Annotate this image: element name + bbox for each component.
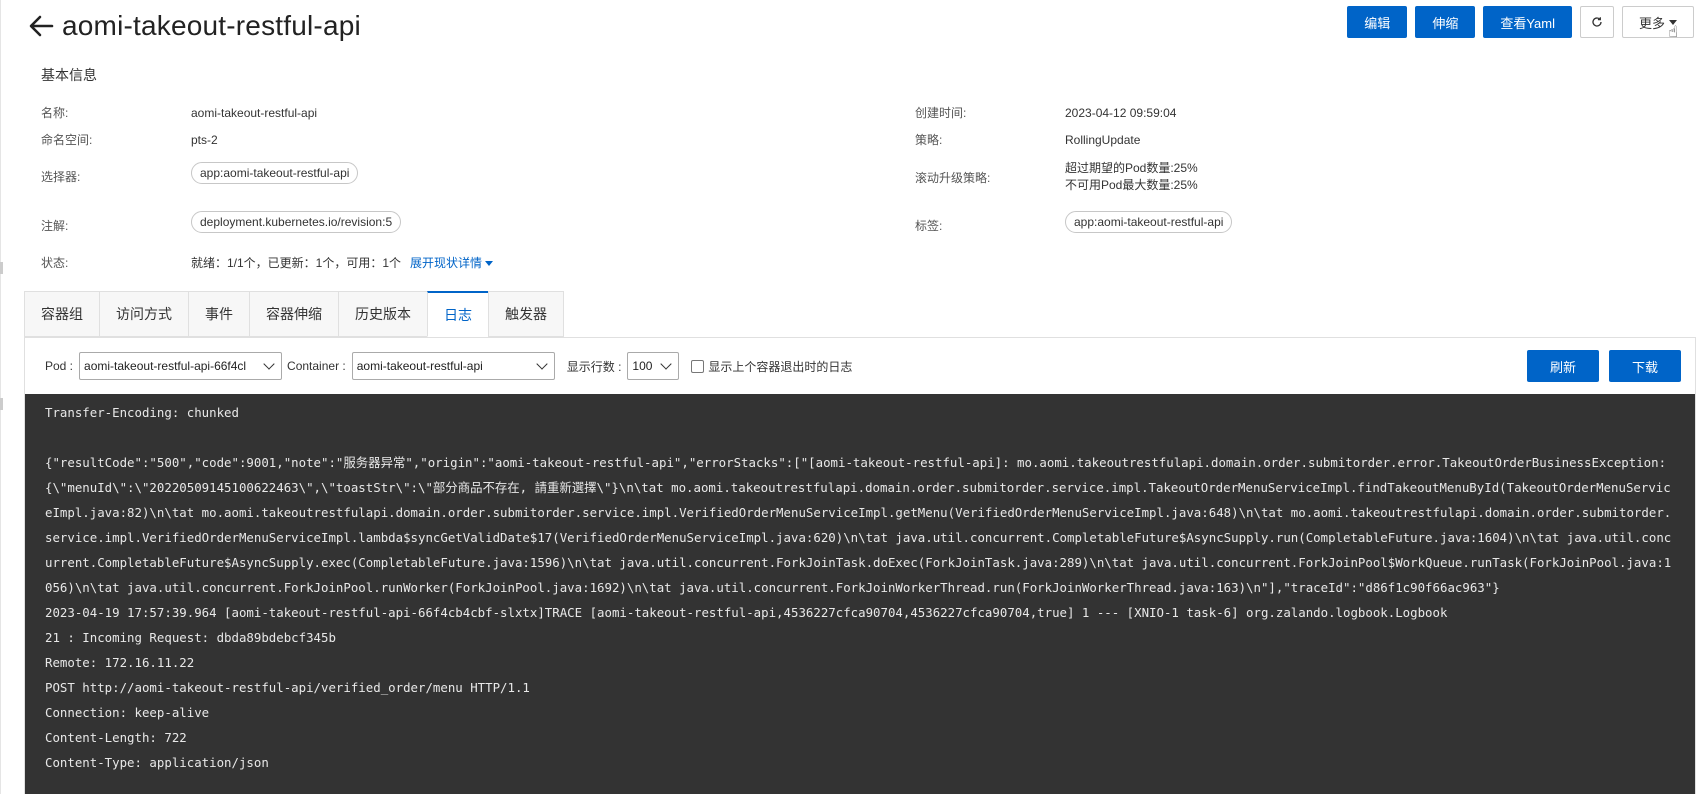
info-row-rolling-update: 滚动升级策略: 超过期望的Pod数量:25% 不可用Pod最大数量:25% bbox=[915, 160, 1198, 194]
info-value: 2023-04-12 09:59:04 bbox=[1065, 105, 1177, 120]
info-value: aomi-takeout-restful-api bbox=[191, 105, 318, 120]
info-row-annotation: 注解: deployment.kubernetes.io/revision:5 bbox=[41, 209, 402, 234]
container-select[interactable]: aomi-takeout-restful-api bbox=[351, 352, 555, 380]
header-toolbar: 编辑 伸缩 查看Yaml 更多 bbox=[1347, 6, 1694, 38]
log-line: 21 : Incoming Request: dbda89bdebcf345b bbox=[45, 630, 336, 645]
log-line: POST http://aomi-takeout-restful-api/ver… bbox=[45, 680, 530, 695]
info-row-labels: 标签: app:aomi-takeout-restful-api bbox=[915, 209, 1233, 234]
tab-history[interactable]: 历史版本 bbox=[338, 291, 427, 337]
edit-button[interactable]: 编辑 bbox=[1347, 6, 1408, 38]
log-toolbar: Pod : aomi-takeout-restful-api-66f4cl Co… bbox=[25, 338, 1695, 394]
selector-tag: app:aomi-takeout-restful-api bbox=[191, 161, 359, 184]
log-line: Transfer-Encoding: chunked bbox=[45, 405, 239, 420]
chevron-down-icon bbox=[485, 261, 494, 267]
tab-triggers[interactable]: 触发器 bbox=[488, 291, 564, 337]
info-row-status: 状态: 就绪：1/1个，已更新：1个，可用：1个 展开现状详情 bbox=[41, 254, 494, 271]
log-line: Remote: 172.16.11.22 bbox=[45, 655, 195, 670]
max-unavailable-value: 不可用Pod最大数量:25% bbox=[1065, 178, 1198, 192]
info-row-namespace: 命名空间: pts-2 bbox=[41, 131, 218, 148]
tab-access[interactable]: 访问方式 bbox=[99, 291, 188, 337]
page-header: aomi-takeout-restful-api bbox=[28, 6, 361, 46]
info-value: 超过期望的Pod数量:25% 不可用Pod最大数量:25% bbox=[1065, 160, 1198, 194]
log-line: 2023-04-19 17:57:39.964 [aomi-takeout-re… bbox=[45, 605, 1448, 620]
tab-pods[interactable]: 容器组 bbox=[24, 291, 99, 337]
info-row-strategy: 策略: RollingUpdate bbox=[915, 131, 1140, 148]
left-edge-rule bbox=[0, 0, 1, 794]
left-edge-tick bbox=[0, 398, 3, 410]
info-label: 选择器: bbox=[41, 170, 81, 184]
info-label: 滚动升级策略: bbox=[915, 170, 991, 185]
expand-status-details-label: 展开现状详情 bbox=[410, 256, 483, 270]
tab-events[interactable]: 事件 bbox=[188, 291, 249, 337]
log-download-button[interactable]: 下载 bbox=[1609, 350, 1681, 382]
log-refresh-button[interactable]: 刷新 bbox=[1527, 350, 1599, 382]
container-label: Container : bbox=[287, 359, 346, 373]
left-edge-tick bbox=[0, 262, 3, 274]
pod-label: Pod : bbox=[45, 359, 74, 373]
info-label: 策略: bbox=[915, 133, 943, 147]
log-panel: Pod : aomi-takeout-restful-api-66f4cl Co… bbox=[24, 337, 1696, 794]
chevron-down-icon bbox=[536, 358, 548, 370]
previous-container-checkbox-label: 显示上个容器退出时的日志 bbox=[708, 359, 853, 374]
status-value: 就绪：1/1个，已更新：1个，可用：1个 bbox=[191, 256, 402, 270]
info-row-created: 创建时间: 2023-04-12 09:59:04 bbox=[915, 104, 1176, 121]
log-line-blank bbox=[45, 425, 1675, 450]
info-value: pts-2 bbox=[191, 132, 218, 147]
container-select-value: aomi-takeout-restful-api bbox=[356, 359, 483, 373]
annotation-tag: deployment.kubernetes.io/revision:5 bbox=[191, 210, 402, 233]
log-line: Content-Length: 722 bbox=[45, 730, 187, 745]
info-label: 状态: bbox=[41, 256, 69, 270]
refresh-icon bbox=[1592, 17, 1602, 27]
tab-logs[interactable]: 日志 bbox=[427, 291, 488, 337]
previous-container-checkbox[interactable] bbox=[691, 359, 705, 373]
more-dropdown-button[interactable]: 更多 bbox=[1621, 6, 1694, 38]
log-line: Connection: keep-alive bbox=[45, 705, 210, 720]
lines-select-value: 100 bbox=[632, 359, 653, 373]
info-row-selector: 选择器: app:aomi-takeout-restful-api bbox=[41, 160, 359, 185]
log-line: Content-Type: application/json bbox=[45, 755, 269, 770]
log-actions: 刷新 下载 bbox=[1527, 350, 1681, 382]
lines-select[interactable]: 100 bbox=[627, 352, 680, 380]
chevron-down-icon bbox=[1669, 19, 1677, 25]
tab-autoscaling[interactable]: 容器伸缩 bbox=[249, 291, 338, 337]
info-label: 名称: bbox=[41, 106, 69, 120]
more-button-label: 更多 bbox=[1638, 15, 1665, 31]
info-label: 命名空间: bbox=[41, 133, 93, 147]
info-label: 标签: bbox=[915, 219, 943, 233]
refresh-icon-button[interactable] bbox=[1579, 6, 1614, 38]
scale-button[interactable]: 伸缩 bbox=[1415, 6, 1476, 38]
info-label: 注解: bbox=[41, 219, 69, 233]
max-surge-value: 超过期望的Pod数量:25% bbox=[1065, 161, 1198, 175]
view-yaml-button[interactable]: 查看Yaml bbox=[1483, 6, 1572, 38]
pod-select-value: aomi-takeout-restful-api-66f4cl bbox=[84, 359, 247, 373]
log-line: {"resultCode":"500","code":9001,"note":"… bbox=[45, 455, 1674, 595]
page-title: aomi-takeout-restful-api bbox=[62, 10, 361, 41]
expand-status-details-link[interactable]: 展开现状详情 bbox=[410, 254, 494, 271]
chevron-down-icon bbox=[660, 358, 673, 370]
section-title-basic-info: 基本信息 bbox=[41, 67, 97, 83]
back-arrow-icon[interactable] bbox=[28, 13, 54, 39]
pod-select[interactable]: aomi-takeout-restful-api-66f4cl bbox=[79, 352, 283, 380]
chevron-down-icon bbox=[263, 358, 275, 370]
label-tag: app:aomi-takeout-restful-api bbox=[1065, 210, 1233, 233]
info-value: RollingUpdate bbox=[1065, 132, 1141, 147]
log-output[interactable]: Transfer-Encoding: chunked {"resultCode"… bbox=[25, 394, 1695, 794]
info-label: 创建时间: bbox=[915, 106, 967, 120]
info-row-name: 名称: aomi-takeout-restful-api bbox=[41, 104, 317, 121]
detail-tabs: 容器组 访问方式 事件 容器伸缩 历史版本 日志 触发器 bbox=[24, 291, 564, 337]
lines-label: 显示行数 : bbox=[566, 359, 622, 374]
